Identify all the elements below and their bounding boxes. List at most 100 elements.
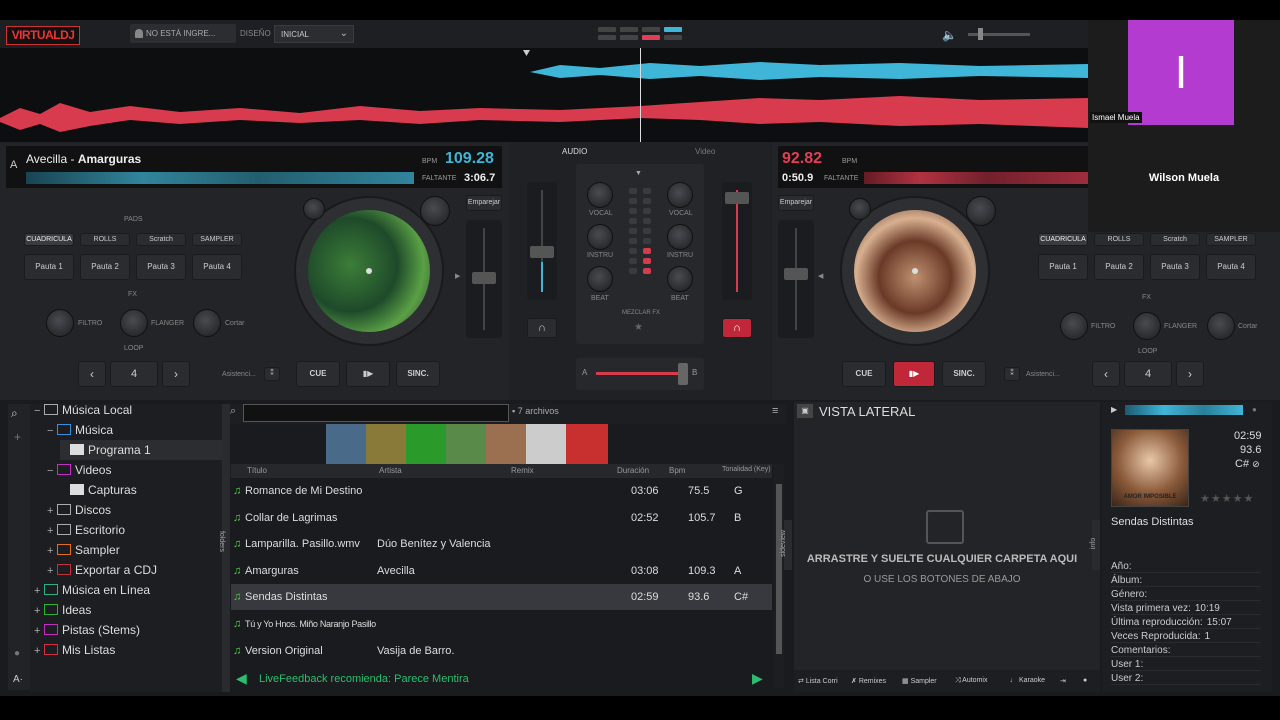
list-menu-icon[interactable]: ≡	[772, 405, 778, 417]
col-key[interactable]: Tonalidad (Key)	[722, 466, 771, 473]
tree-item-5[interactable]: Capturas	[60, 480, 137, 500]
font-size-icon[interactable]: A·	[13, 674, 23, 685]
col-duration[interactable]: Duración	[617, 466, 649, 475]
deck-b-headphone-button[interactable]: ∩	[722, 318, 752, 338]
mixer-tab-audio[interactable]: AUDIO	[562, 147, 587, 156]
info-play-icon[interactable]: ▶	[1111, 405, 1117, 414]
layout-button-5[interactable]	[598, 35, 616, 40]
layout-button-3[interactable]	[642, 27, 660, 32]
cover-strip[interactable]	[326, 424, 608, 464]
deck-b-scratch-button[interactable]	[849, 198, 871, 220]
mixer-tab-video[interactable]: Video	[695, 147, 715, 156]
table-row[interactable]: ♫ Sendas Distintas 02:59 93.6 C#	[231, 584, 772, 611]
star-icon[interactable]: ★	[634, 322, 643, 333]
tree-expand-icon[interactable]: −	[34, 401, 44, 421]
deck-b-pad-4[interactable]: Pauta 4	[1206, 254, 1256, 280]
deck-a-fx3-knob[interactable]	[193, 309, 221, 337]
deck-a-loop-size[interactable]: 4	[110, 361, 158, 387]
tree-item-6[interactable]: + Discos	[47, 500, 111, 520]
deck-b-loop-next-button[interactable]: ›	[1176, 361, 1204, 387]
tree-expand-icon[interactable]: −	[47, 421, 57, 441]
tree-expand-icon[interactable]: +	[47, 521, 57, 541]
deck-a-headphone-button[interactable]: ∩	[527, 318, 557, 338]
deck-a-pad-4[interactable]: Pauta 4	[192, 254, 242, 280]
deck-a-cue-button[interactable]: CUE	[296, 361, 340, 387]
master-volume-knob[interactable]	[978, 28, 983, 40]
tree-item-8[interactable]: + Sampler	[47, 540, 120, 560]
deck-b-fx3-knob[interactable]	[1207, 312, 1235, 340]
sideview-tab-automix[interactable]: ⤨ Automix	[955, 677, 987, 685]
col-artist[interactable]: Artista	[379, 466, 402, 475]
deck-a-vocal-knob[interactable]	[587, 182, 613, 208]
tree-expand-icon[interactable]: +	[34, 641, 44, 661]
deck-a-mini-waveform[interactable]	[26, 172, 414, 184]
layout-button-4[interactable]	[664, 27, 682, 32]
deck-b-pitch-slider[interactable]	[778, 220, 814, 338]
layout-button-1[interactable]	[598, 27, 616, 32]
col-bpm[interactable]: Bpm	[669, 466, 685, 475]
tree-item-11[interactable]: + Ideas	[34, 600, 91, 620]
tree-item-12[interactable]: + Pistas (Stems)	[34, 620, 140, 640]
deck-b-pad-mode-3[interactable]: Scratch	[1150, 233, 1200, 246]
deck-a-pad-mode-4[interactable]: SAMPLER	[192, 233, 242, 246]
tree-item-3[interactable]: Programa 1	[60, 440, 222, 460]
deck-b-loop-size[interactable]: 4	[1124, 361, 1172, 387]
deck-a-pad-mode-3[interactable]: Scratch	[136, 233, 186, 246]
deck-b-fx1-knob[interactable]	[1060, 312, 1088, 340]
deck-b-instru-knob[interactable]	[667, 224, 693, 250]
folders-side-tab[interactable]: folders	[218, 404, 230, 692]
tree-expand-icon[interactable]: +	[34, 621, 44, 641]
search-icon[interactable]: ⌕	[11, 406, 18, 421]
deck-a-scratch-button[interactable]	[303, 198, 325, 220]
deck-a-pad-mode-2[interactable]: ROLLS	[80, 233, 130, 246]
list-scroll-thumb[interactable]	[776, 484, 782, 654]
table-row[interactable]: ♫ Amarguras Avecilla 03:08 109.3 A	[231, 558, 772, 584]
list-scrollbar[interactable]	[774, 464, 784, 688]
deck-b-play-button[interactable]: ▮▶	[893, 361, 935, 387]
deck-b-fx2-knob[interactable]	[1133, 312, 1161, 340]
deck-b-fader-handle[interactable]	[725, 192, 749, 204]
livefeedback[interactable]: LiveFeedback recomienda: Parece Mentira	[259, 673, 469, 685]
tree-item-2[interactable]: − Música	[47, 420, 113, 440]
crossfader[interactable]: A B	[576, 358, 704, 390]
table-row[interactable]: ♫ Lamparilla. Pasillo.wmv Dúo Benítez y Va…	[231, 531, 772, 557]
deck-a-fx1-knob[interactable]	[46, 309, 74, 337]
layout-button-7[interactable]	[642, 35, 660, 40]
deck-a-beat-knob[interactable]	[587, 266, 613, 292]
deck-b-mini-waveform[interactable]	[864, 172, 1088, 184]
tree-expand-icon[interactable]: +	[34, 601, 44, 621]
deck-b-pad-mode-2[interactable]: ROLLS	[1094, 233, 1144, 246]
waveform-overview[interactable]	[0, 48, 1088, 142]
deck-a-volume-fader[interactable]	[527, 182, 557, 300]
deck-b-pitch-handle[interactable]	[784, 268, 808, 280]
deck-b-loop-prev-button[interactable]: ‹	[1092, 361, 1120, 387]
sideview-tab-playlist[interactable]: ⇄ Lista Corri	[798, 677, 838, 685]
tree-expand-icon[interactable]: +	[34, 581, 44, 601]
col-remix[interactable]: Remix	[511, 466, 534, 475]
layout-button-8[interactable]	[664, 35, 682, 40]
tree-item-9[interactable]: + Exportar a CDJ	[47, 560, 157, 580]
deck-b-pad-mode-1[interactable]: CUADRICULA	[1038, 233, 1088, 246]
info-side-tab[interactable]: info	[1090, 520, 1100, 570]
deck-a-pad-3[interactable]: Pauta 3	[136, 254, 186, 280]
deck-a-sync-button[interactable]: SINC.	[396, 361, 440, 387]
tree-item-10[interactable]: + Música en Línea	[34, 580, 150, 600]
table-row[interactable]: ♫ Version Original Vasija de Barro.	[231, 638, 772, 664]
deck-b-pad-1[interactable]: Pauta 1	[1038, 254, 1088, 280]
tree-expand-icon[interactable]: +	[47, 501, 57, 521]
sideview-tab-karaoke[interactable]: ♩ Karaoke	[1010, 677, 1045, 684]
crossfader-handle[interactable]	[678, 363, 688, 385]
deck-a-fx2-knob[interactable]	[120, 309, 148, 337]
deck-b-pad-3[interactable]: Pauta 3	[1150, 254, 1200, 280]
deck-b-vocal-knob[interactable]	[667, 182, 693, 208]
design-select[interactable]: INICIAL ⌄	[274, 25, 354, 43]
deck-b-sync-button[interactable]: SINC.	[942, 361, 986, 387]
deck-a-tonearm-knob[interactable]	[420, 196, 450, 226]
rating-stars[interactable]: ★★★★★	[1200, 492, 1254, 505]
tree-expand-icon[interactable]: −	[47, 461, 57, 481]
back-arrow-icon[interactable]: ◀	[236, 670, 247, 687]
sideview-tab-remixes[interactable]: ✗ Remixes	[851, 677, 886, 685]
tree-expand-icon[interactable]: +	[47, 561, 57, 581]
table-row[interactable]: ♫ Romance de Mi Destino 03:06 75.5 G	[231, 478, 772, 504]
col-title[interactable]: Título	[247, 466, 267, 475]
